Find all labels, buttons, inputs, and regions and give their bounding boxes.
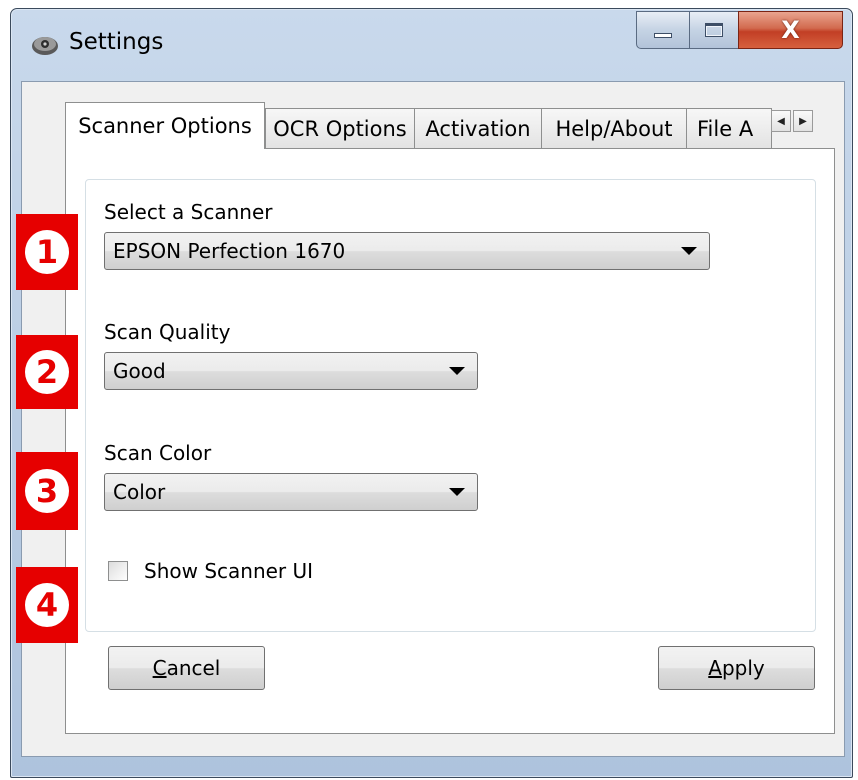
minimize-icon: [654, 32, 672, 38]
scanner-options-panel: Select a Scanner EPSON Perfection 1670 S…: [65, 148, 835, 734]
scan-color-select[interactable]: Color: [104, 473, 478, 511]
tab-activation[interactable]: Activation: [414, 108, 542, 148]
maximize-button[interactable]: [689, 11, 739, 49]
apply-label: pply: [721, 656, 765, 680]
chevron-down-icon: [449, 488, 465, 496]
close-button[interactable]: X: [738, 11, 843, 49]
chevron-down-icon: [449, 367, 465, 375]
callout-number-3: 3: [35, 472, 59, 510]
scanner-select-value: EPSON Perfection 1670: [113, 239, 346, 263]
tab-scroll-buttons: ◀ ▶: [771, 110, 813, 132]
tab-scanner-options[interactable]: Scanner Options: [65, 102, 265, 149]
tab-strip: Scanner Options OCR Options Activation H…: [65, 102, 835, 149]
tab-help-about[interactable]: Help/About: [541, 108, 687, 148]
window-title: Settings: [69, 29, 164, 55]
callout-marker-4: 4: [16, 567, 78, 643]
scan-quality-select[interactable]: Good: [104, 352, 478, 390]
scanner-select[interactable]: EPSON Perfection 1670: [104, 232, 710, 270]
cancel-button[interactable]: Cancel: [108, 646, 265, 690]
scanner-app-icon: [32, 37, 58, 55]
scan-color-label: Scan Color: [104, 441, 212, 465]
callout-number-1: 1: [35, 233, 59, 271]
chevron-down-icon: [681, 247, 697, 255]
callout-number-2: 2: [35, 353, 59, 391]
callout-marker-2: 2: [16, 335, 78, 409]
minimize-button[interactable]: [636, 11, 690, 49]
tab-file-associations[interactable]: File A: [686, 108, 772, 148]
cancel-mnemonic: C: [152, 656, 167, 680]
client-area: Scanner Options OCR Options Activation H…: [21, 81, 845, 757]
callout-marker-1: 1: [16, 214, 78, 290]
callout-marker-3: 3: [16, 452, 78, 530]
title-bar[interactable]: Settings X: [11, 9, 852, 81]
tab-scroll-left-icon[interactable]: ◀: [771, 110, 791, 132]
scan-quality-label: Scan Quality: [104, 320, 231, 344]
show-scanner-ui-label[interactable]: Show Scanner UI: [144, 559, 313, 583]
maximize-icon: [705, 23, 723, 37]
tab-ocr-options[interactable]: OCR Options: [265, 108, 415, 148]
apply-button[interactable]: Apply: [658, 646, 815, 690]
settings-window: Settings X Scanner Options OCR Options A…: [10, 8, 853, 778]
apply-mnemonic: A: [708, 656, 722, 680]
tab-scroll-right-icon[interactable]: ▶: [793, 110, 813, 132]
show-scanner-ui-checkbox[interactable]: [108, 561, 128, 581]
close-icon: X: [781, 16, 800, 44]
callout-number-4: 4: [35, 586, 59, 624]
select-scanner-label: Select a Scanner: [104, 200, 273, 224]
scan-color-value: Color: [113, 480, 166, 504]
cancel-label: ancel: [166, 656, 221, 680]
scan-quality-value: Good: [113, 359, 166, 383]
